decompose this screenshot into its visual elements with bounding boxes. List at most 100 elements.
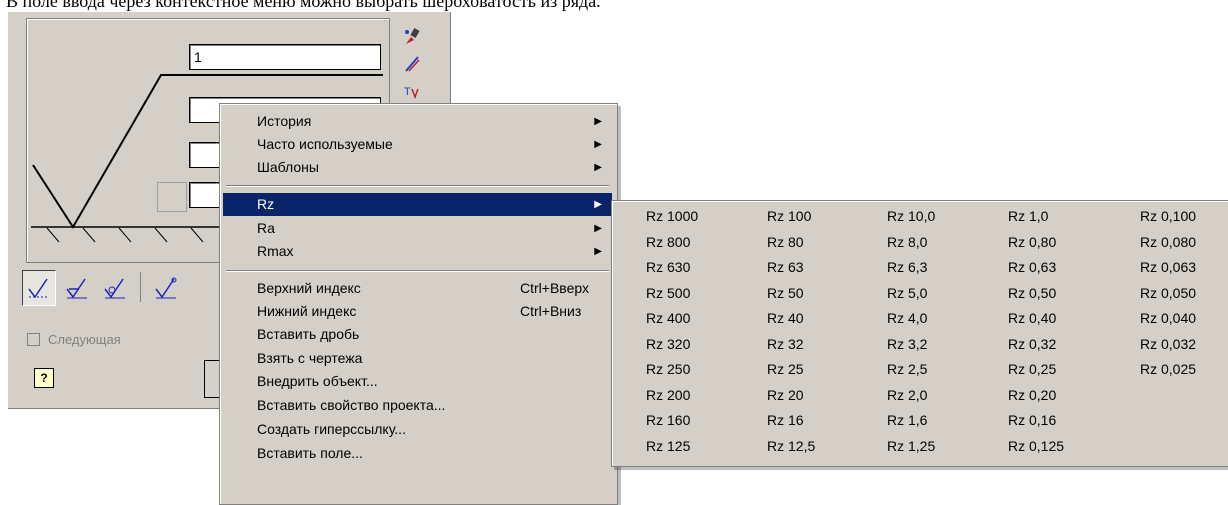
rz-value-item[interactable]: Rz 125: [646, 438, 690, 454]
menu-item-templates[interactable]: Шаблоны ▶: [223, 156, 612, 179]
menu-item-insert-field[interactable]: Вставить поле...: [223, 442, 612, 465]
rz-value-item[interactable]: Rz 630: [646, 259, 690, 275]
rz-value-item[interactable]: Rz 3,2: [887, 336, 927, 352]
menu-item-rmax[interactable]: Rmax ▶: [223, 240, 612, 263]
pen-icon[interactable]: [402, 54, 422, 74]
menu-item-label: Rz: [257, 196, 275, 212]
rz-value-item[interactable]: Rz 8,0: [887, 234, 927, 250]
menu-item-label: Шаблоны: [257, 159, 319, 175]
menu-item-label: Внедрить объект...: [257, 373, 378, 389]
caption-text: В поле ввода через контекстное меню можн…: [6, 0, 601, 11]
menu-separator: [226, 270, 609, 272]
menu-item-shortcut: Ctrl+Вверх: [520, 280, 589, 296]
rz-value-item[interactable]: Rz 0,25: [1008, 361, 1056, 377]
menu-item-label: Нижний индекс: [257, 303, 357, 319]
menu-item-subscript[interactable]: Нижний индекс Ctrl+Вниз: [223, 300, 612, 323]
menu-item-label: Rmax: [257, 243, 294, 259]
menu-item-take-from-drawing[interactable]: Взять с чертежа: [223, 347, 612, 370]
rz-value-item[interactable]: Rz 10,0: [887, 208, 935, 224]
rz-value-item[interactable]: Rz 0,063: [1140, 259, 1196, 275]
menu-item-label: Взять с чертежа: [257, 350, 363, 366]
menu-item-superscript[interactable]: Верхний индекс Ctrl+Вверх: [223, 277, 612, 300]
rz-value-item[interactable]: Rz 0,040: [1140, 310, 1196, 326]
menu-item-ra[interactable]: Ra ▶: [223, 217, 612, 240]
rz-value-item[interactable]: Rz 0,100: [1140, 208, 1196, 224]
rz-value-item[interactable]: Rz 16: [767, 412, 804, 428]
submenu-arrow-icon: ▶: [594, 139, 602, 150]
menu-item-label: Вставить поле...: [257, 445, 363, 461]
menu-separator: [226, 185, 609, 187]
toolbar-separator: [140, 272, 141, 302]
rz-value-item[interactable]: Rz 0,50: [1008, 285, 1056, 301]
parameter-field-1[interactable]: 1: [189, 44, 381, 70]
menu-item-frequently-used[interactable]: Часто используемые ▶: [223, 133, 612, 156]
rz-value-item[interactable]: Rz 0,20: [1008, 387, 1056, 403]
roughness-basic-icon[interactable]: [22, 270, 56, 306]
next-checkbox[interactable]: Следующая: [27, 332, 121, 347]
submenu-arrow-icon: ▶: [594, 116, 602, 127]
rz-value-item[interactable]: Rz 2,0: [887, 387, 927, 403]
rz-value-item[interactable]: Rz 0,050: [1140, 285, 1196, 301]
rz-value-item[interactable]: Rz 1000: [646, 208, 698, 224]
submenu-arrow-icon: ▶: [594, 223, 602, 234]
menu-item-shortcut: Ctrl+Вниз: [520, 303, 582, 319]
menu-item-label: Вставить дробь: [257, 326, 360, 342]
menu-item-label: Часто используемые: [257, 136, 393, 152]
rz-value-item[interactable]: Rz 2,5: [887, 361, 927, 377]
rz-value-item[interactable]: Rz 250: [646, 361, 690, 377]
roughness-noremoval-icon[interactable]: [98, 270, 132, 306]
rz-value-item[interactable]: Rz 20: [767, 387, 804, 403]
rz-value-item[interactable]: Rz 0,125: [1008, 438, 1064, 454]
rz-value-item[interactable]: Rz 1,6: [887, 412, 927, 428]
rz-value-item[interactable]: Rz 100: [767, 208, 811, 224]
roughness-removal-icon[interactable]: [60, 270, 94, 306]
menu-item-label: История: [257, 113, 312, 129]
next-label: Следующая: [48, 332, 121, 347]
menu-item-insert-fraction[interactable]: Вставить дробь: [223, 323, 612, 346]
context-menu: История ▶ Часто используемые ▶ Шаблоны ▶…: [219, 103, 618, 505]
menu-item-history[interactable]: История ▶: [223, 110, 612, 133]
rz-value-item[interactable]: Rz 1,25: [887, 438, 935, 454]
rz-value-item[interactable]: Rz 1,0: [1008, 208, 1048, 224]
rz-value-item[interactable]: Rz 12,5: [767, 438, 815, 454]
rz-value-item[interactable]: Rz 4,0: [887, 310, 927, 326]
rz-value-item[interactable]: Rz 0,63: [1008, 259, 1056, 275]
rz-value-item[interactable]: Rz 500: [646, 285, 690, 301]
rz-value-item[interactable]: Rz 800: [646, 234, 690, 250]
menu-item-label: Верхний индекс: [257, 280, 361, 296]
rz-values-submenu: Rz 1000 Rz 800 Rz 630 Rz 500 Rz 400 Rz 3…: [611, 200, 1228, 467]
help-icon[interactable]: ?: [34, 368, 54, 388]
roughness-leader-icon[interactable]: [149, 270, 183, 306]
submenu-arrow-icon: ▶: [594, 199, 602, 210]
rz-value-item[interactable]: Rz 0,025: [1140, 361, 1196, 377]
rz-value-item[interactable]: Rz 160: [646, 412, 690, 428]
submenu-arrow-icon: ▶: [594, 162, 602, 173]
rz-value-item[interactable]: Rz 0,32: [1008, 336, 1056, 352]
menu-item-insert-project-property[interactable]: Вставить свойство проекта...: [223, 394, 612, 417]
rz-value-item[interactable]: Rz 32: [767, 336, 804, 352]
rz-value-item[interactable]: Rz 6,3: [887, 259, 927, 275]
rz-value-item[interactable]: Rz 50: [767, 285, 804, 301]
symbol-type-toolbar: [22, 270, 183, 306]
rz-value-item[interactable]: Rz 400: [646, 310, 690, 326]
format-icon[interactable]: T: [402, 82, 422, 102]
rz-value-item[interactable]: Rz 80: [767, 234, 804, 250]
rz-value-item[interactable]: Rz 5,0: [887, 285, 927, 301]
rz-value-item[interactable]: Rz 40: [767, 310, 804, 326]
menu-item-embed-object[interactable]: Внедрить объект...: [223, 370, 612, 393]
rz-value-item[interactable]: Rz 0,40: [1008, 310, 1056, 326]
rz-value-item[interactable]: Rz 0,80: [1008, 234, 1056, 250]
menu-item-label: Создать гиперссылку...: [257, 421, 406, 437]
direction-sign-box[interactable]: [157, 182, 187, 212]
menu-item-rz[interactable]: Rz ▶: [223, 193, 612, 216]
menu-item-create-hyperlink[interactable]: Создать гиперссылку...: [223, 418, 612, 441]
rz-value-item[interactable]: Rz 63: [767, 259, 804, 275]
rz-value-item[interactable]: Rz 25: [767, 361, 804, 377]
rz-value-item[interactable]: Rz 0,032: [1140, 336, 1196, 352]
brush-icon[interactable]: [402, 27, 422, 47]
rz-value-item[interactable]: Rz 0,16: [1008, 412, 1056, 428]
checkbox-box[interactable]: [27, 333, 40, 346]
rz-value-item[interactable]: Rz 0,080: [1140, 234, 1196, 250]
rz-value-item[interactable]: Rz 320: [646, 336, 690, 352]
rz-value-item[interactable]: Rz 200: [646, 387, 690, 403]
